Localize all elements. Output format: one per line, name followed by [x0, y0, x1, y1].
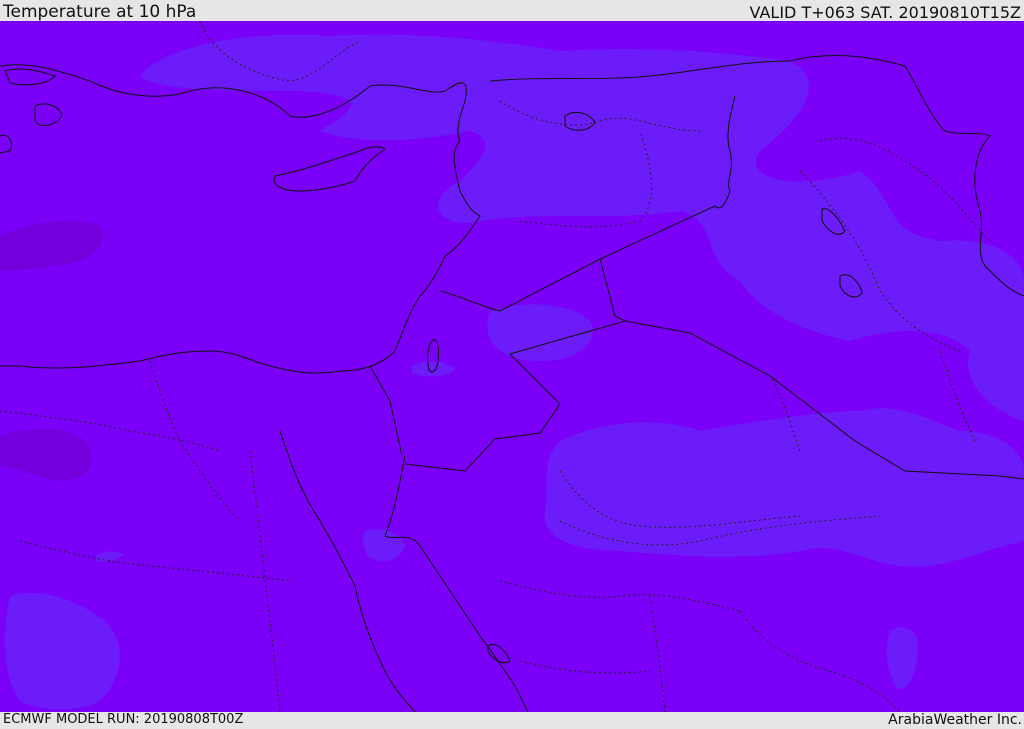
- model-run-label: ECMWF MODEL RUN: 20190808T00Z: [3, 712, 244, 727]
- map-svg: [0, 21, 1024, 712]
- footer-bar: ECMWF MODEL RUN: 20190808T00Z ArabiaWeat…: [0, 712, 1024, 729]
- header-bar: Temperature at 10 hPa VALID T+063 SAT. 2…: [0, 0, 1024, 21]
- valid-time-label: VALID T+063 SAT. 20190810T15Z: [749, 3, 1021, 22]
- temperature-map: [0, 21, 1024, 712]
- credit-label: ArabiaWeather Inc.: [888, 712, 1022, 728]
- map-title: Temperature at 10 hPa: [3, 2, 197, 22]
